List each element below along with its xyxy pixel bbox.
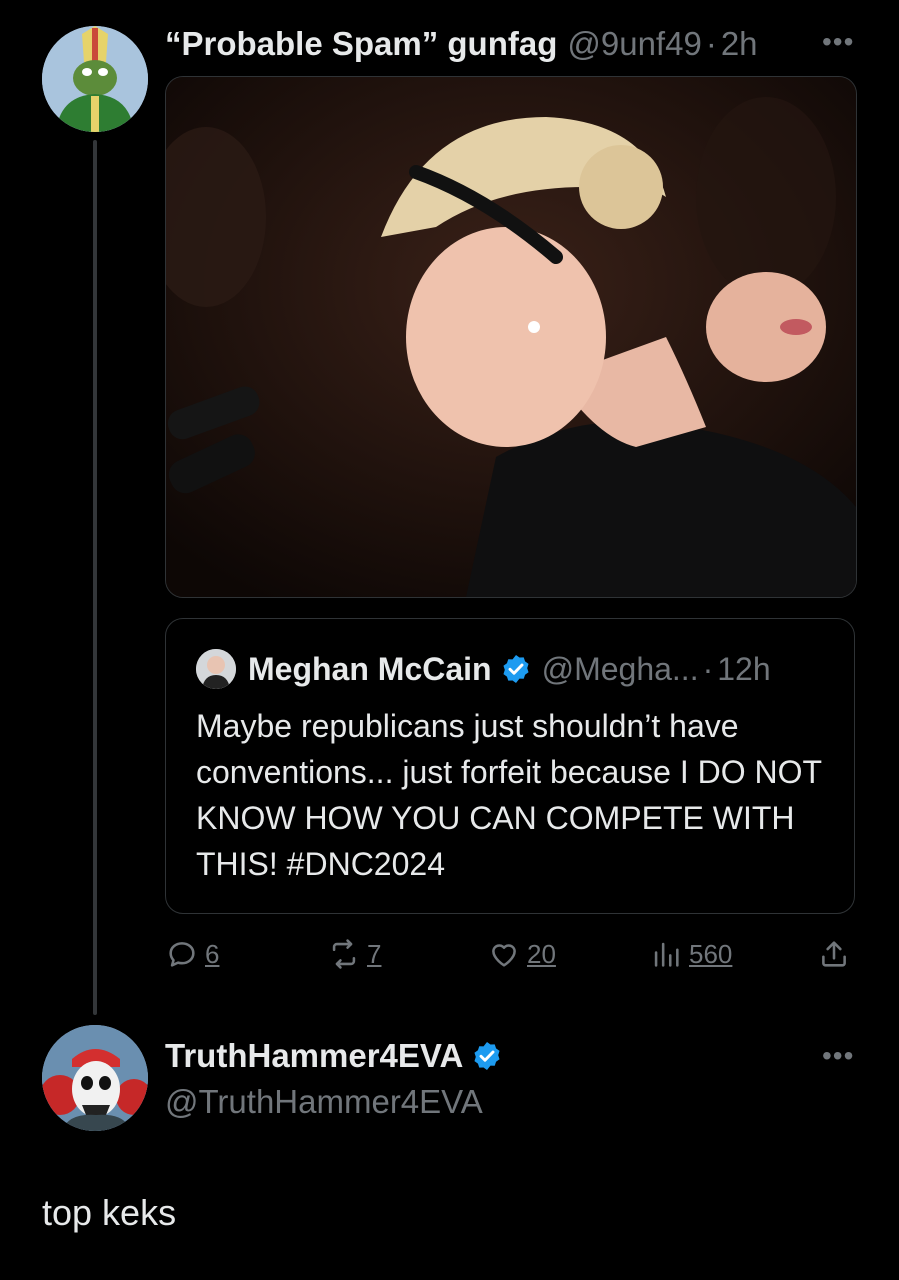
avatar[interactable] — [42, 1025, 148, 1131]
separator-dot: · — [702, 650, 714, 687]
more-options-icon[interactable]: ••• — [822, 1040, 854, 1072]
analytics-icon — [654, 942, 679, 967]
reply-author-name[interactable]: TruthHammer4EVA — [165, 1037, 463, 1075]
share-button[interactable] — [817, 930, 851, 978]
quoted-tweet-card[interactable]: Meghan McCain @Megha... · 12h Maybe repu… — [165, 618, 855, 914]
author-handle[interactable]: @9unf49 — [567, 25, 701, 63]
like-count: 20 — [527, 938, 556, 969]
avatar[interactable] — [42, 26, 148, 132]
verified-badge-icon — [474, 1042, 500, 1070]
reply-text: top keks — [42, 1192, 177, 1233]
quoted-author-name[interactable]: Meghan McCain — [248, 651, 492, 688]
quoted-tweet-time[interactable]: 12h — [717, 651, 770, 688]
quoted-tweet-text: Maybe republicans just shouldn’t have co… — [196, 708, 822, 882]
share-icon — [822, 941, 846, 967]
separator-dot: · — [705, 25, 717, 62]
repost-count: 7 — [367, 938, 382, 969]
tweet-action-bar: 6 7 20 560 — [165, 930, 855, 978]
heart-icon — [492, 944, 516, 967]
reply-icon — [169, 942, 195, 967]
reply-avatar-image — [42, 1025, 148, 1131]
thread-connector-line — [93, 140, 97, 1015]
verified-badge-icon — [503, 655, 529, 683]
reply-author-row: TruthHammer4EVA — [165, 1035, 503, 1077]
reply-count: 6 — [205, 938, 220, 969]
like-button[interactable]: 20 — [487, 930, 556, 978]
tweet-header: “Probable Spam” gunfag @9unf49 · 2h — [165, 22, 758, 66]
reply-author-handle[interactable]: @TruthHammer4EVA — [165, 1083, 503, 1121]
views-button[interactable]: 560 — [649, 930, 732, 978]
photo-illustration — [166, 77, 856, 597]
quoted-author-avatar[interactable] — [196, 649, 236, 689]
view-count: 560 — [689, 938, 733, 969]
quoted-author-handle[interactable]: @Megha... — [542, 651, 699, 688]
repost-icon — [332, 939, 356, 969]
tweet-time[interactable]: 2h — [721, 25, 758, 63]
author-name[interactable]: “Probable Spam” gunfag — [165, 25, 557, 63]
avatar-image — [42, 26, 148, 132]
tweet-media-image[interactable] — [165, 76, 857, 598]
more-options-icon[interactable]: ••• — [822, 26, 854, 58]
reply-button[interactable]: 6 — [165, 930, 219, 978]
reply-header: TruthHammer4EVA @TruthHammer4EVA — [165, 1035, 503, 1121]
quoted-tweet-header: Meghan McCain @Megha... · 12h — [196, 647, 771, 691]
repost-button[interactable]: 7 — [327, 930, 381, 978]
quoted-avatar-image — [196, 649, 236, 689]
